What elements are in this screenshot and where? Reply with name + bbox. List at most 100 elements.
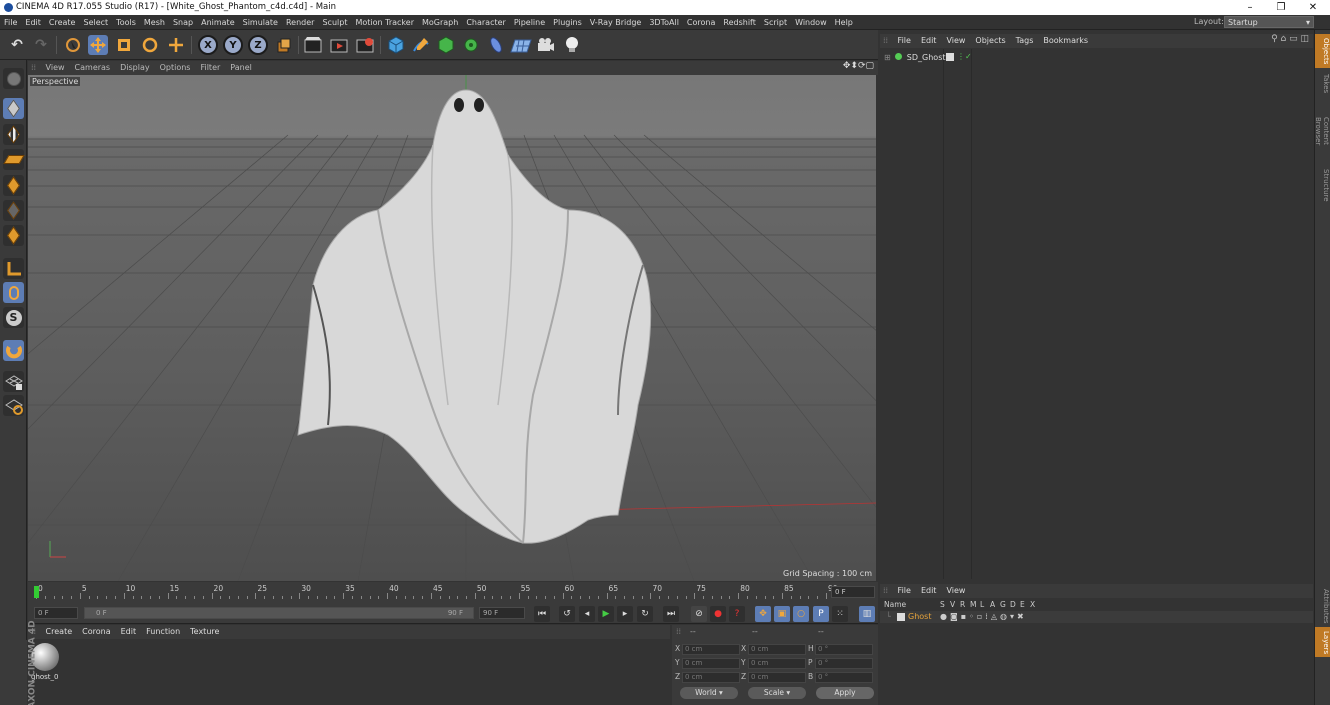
coordinate-mode-select[interactable]: Scale ▾: [748, 687, 806, 699]
rotation-field[interactable]: 0 °: [815, 672, 873, 683]
enabled-check-icon[interactable]: ⋮✓: [957, 52, 972, 61]
tweak-mode-icon[interactable]: [3, 282, 24, 303]
spline-pen-icon[interactable]: [411, 35, 431, 55]
material-menu-texture[interactable]: Texture: [185, 625, 224, 639]
render-settings-icon[interactable]: [355, 35, 375, 55]
viewport-menu-options[interactable]: Options: [155, 61, 196, 75]
layer-column-r[interactable]: R: [960, 600, 965, 609]
scale-field[interactable]: 0 cm: [748, 658, 806, 669]
layer-menu-view[interactable]: View: [941, 584, 970, 598]
workplane-mode-icon[interactable]: [2, 149, 25, 170]
material-menu-edit[interactable]: Edit: [116, 625, 142, 639]
rotation-field[interactable]: 0 °: [815, 644, 873, 655]
key-parameter-icon[interactable]: P: [813, 606, 829, 622]
scale-field[interactable]: 0 cm: [748, 644, 806, 655]
menu-edit[interactable]: Edit: [21, 15, 45, 30]
tab-attributes[interactable]: Attributes: [1315, 585, 1330, 625]
object-menu-objects[interactable]: Objects: [970, 34, 1010, 48]
go-to-start-icon[interactable]: ⏮: [534, 606, 550, 622]
object-menu-tags[interactable]: Tags: [1011, 34, 1039, 48]
position-field[interactable]: 0 cm: [682, 672, 740, 683]
x-axis-lock-icon[interactable]: X: [198, 35, 218, 55]
rotation-field[interactable]: 0 °: [815, 658, 873, 669]
material-menu-function[interactable]: Function: [141, 625, 185, 639]
render-view-icon[interactable]: [303, 35, 323, 55]
menu-mograph[interactable]: MoGraph: [418, 15, 462, 30]
restore-button[interactable]: ❐: [1266, 0, 1296, 15]
close-button[interactable]: ✕: [1298, 0, 1328, 15]
deformer-icon[interactable]: [486, 35, 506, 55]
coordinate-system-icon[interactable]: [274, 35, 294, 55]
autokey-icon[interactable]: ●: [710, 606, 726, 622]
object-menu-edit[interactable]: Edit: [916, 34, 942, 48]
coordinate-space-select[interactable]: World ▾: [680, 687, 738, 699]
scale-tool-icon[interactable]: [114, 35, 134, 55]
key-position-icon[interactable]: ✥: [755, 606, 771, 622]
menu-mesh[interactable]: Mesh: [140, 15, 169, 30]
axis-mode-icon[interactable]: [3, 258, 24, 279]
key-rotation-icon[interactable]: ○: [793, 606, 809, 622]
viewport-nav-icons[interactable]: ✥⬍⟳▢: [843, 61, 874, 71]
viewport-menu-filter[interactable]: Filter: [195, 61, 225, 75]
tab-content-browser[interactable]: Content Browser: [1314, 100, 1330, 162]
go-to-end-icon[interactable]: ⏭: [663, 606, 679, 622]
polygons-mode-icon[interactable]: [3, 225, 24, 246]
menu-character[interactable]: Character: [462, 15, 510, 30]
rotate-tool-icon[interactable]: [140, 35, 160, 55]
object-name[interactable]: SD_Ghost: [907, 53, 946, 62]
previous-key-icon[interactable]: ↺: [559, 606, 575, 622]
layout-select[interactable]: Startup ▾: [1224, 16, 1314, 28]
object-menu-file[interactable]: File: [893, 34, 916, 48]
3d-viewport[interactable]: Perspective Grid Spacing : 100 cm: [28, 75, 876, 581]
viewport-menu-panel[interactable]: Panel: [225, 61, 257, 75]
camera-icon[interactable]: [536, 35, 556, 55]
texture-mode-icon[interactable]: [3, 124, 24, 145]
light-icon[interactable]: [562, 35, 582, 55]
viewport-menu-cameras[interactable]: Cameras: [70, 61, 116, 75]
menu-render[interactable]: Render: [282, 15, 318, 30]
next-key-icon[interactable]: ↻: [637, 606, 653, 622]
expand-icon[interactable]: ⊞: [884, 53, 891, 62]
menu-script[interactable]: Script: [760, 15, 791, 30]
previous-frame-icon[interactable]: ◂: [579, 606, 595, 622]
keyframe-selection-icon[interactable]: ?: [729, 606, 745, 622]
frame-range-slider[interactable]: 0 F 90 F: [84, 607, 474, 619]
snapping-icon[interactable]: S: [3, 307, 24, 328]
model-mode-icon[interactable]: [3, 98, 24, 119]
end-frame-field[interactable]: 90 F: [479, 607, 525, 619]
floor-environment-icon[interactable]: [510, 35, 532, 55]
workplane-lock-icon[interactable]: [3, 371, 24, 392]
magnet-icon[interactable]: [3, 340, 24, 361]
object-row[interactable]: ⊞ SD_Ghost ⋮✓: [884, 52, 972, 65]
material-menu-create[interactable]: Create: [41, 625, 78, 639]
position-field[interactable]: 0 cm: [682, 644, 740, 655]
render-to-picture-viewer-icon[interactable]: [329, 35, 349, 55]
timeline-window-icon[interactable]: ▥: [859, 606, 875, 622]
menu-redshift[interactable]: Redshift: [719, 15, 759, 30]
material-menu-corona[interactable]: Corona: [77, 625, 115, 639]
layer-column-d[interactable]: D: [1010, 600, 1016, 609]
make-editable-icon[interactable]: [3, 68, 24, 89]
menu-select[interactable]: Select: [79, 15, 112, 30]
menu-sculpt[interactable]: Sculpt: [318, 15, 351, 30]
subdivision-surface-icon[interactable]: [436, 35, 456, 55]
viewport-menu-display[interactable]: Display: [115, 61, 155, 75]
current-frame-field[interactable]: 0 F: [831, 586, 875, 598]
scale-field[interactable]: 0 cm: [748, 672, 806, 683]
redo-icon[interactable]: ↷: [31, 35, 51, 55]
edges-mode-icon[interactable]: [3, 200, 24, 221]
layer-column-a[interactable]: A: [990, 600, 995, 609]
live-selection-icon[interactable]: [63, 35, 83, 55]
play-icon[interactable]: ▶: [598, 606, 614, 622]
menu-window[interactable]: Window: [791, 15, 831, 30]
layer-menu-file[interactable]: File: [893, 584, 916, 598]
object-manager-tools-icons[interactable]: ⚲ ⌂ ▭ ◫: [1271, 34, 1309, 44]
workplane-axis-icon[interactable]: [3, 395, 24, 416]
tab-structure[interactable]: Structure: [1315, 164, 1330, 206]
add-object-icon[interactable]: [166, 35, 186, 55]
tab-takes[interactable]: Takes: [1315, 70, 1330, 98]
playhead[interactable]: [34, 586, 39, 598]
next-frame-icon[interactable]: ▸: [617, 606, 633, 622]
tab-layers[interactable]: Layers: [1315, 627, 1330, 657]
object-menu-view[interactable]: View: [941, 34, 970, 48]
